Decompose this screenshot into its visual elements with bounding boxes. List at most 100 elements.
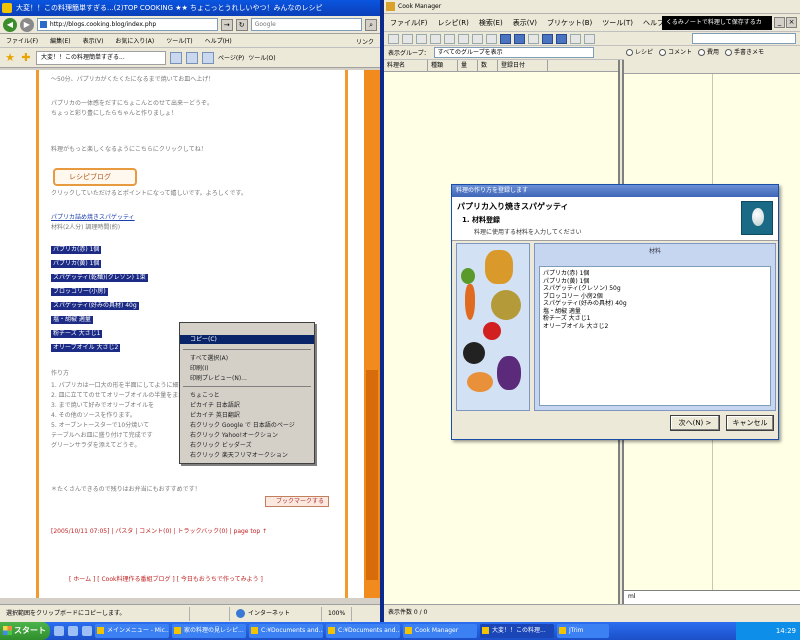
close-button[interactable]: × bbox=[786, 17, 797, 28]
browser-window: 大変！！この料理簡単すぎる...(2)TOP COOKING ★★ ちょこっとう… bbox=[0, 0, 380, 622]
task-button[interactable]: C:¥Documents and... bbox=[249, 624, 323, 638]
address-input[interactable]: http://blogs.cooking.blog/index.php bbox=[36, 18, 218, 31]
grid-icon[interactable] bbox=[556, 33, 567, 44]
print-icon[interactable] bbox=[202, 51, 214, 64]
ingredients-textarea[interactable]: パプリカ(赤) 1個 パプリカ(黄) 1個 スパゲッティ(クレソン) 50g ブ… bbox=[539, 266, 771, 406]
column-name[interactable]: 料理名 bbox=[384, 60, 428, 71]
cook-menu-recipe[interactable]: レシピ(R) bbox=[438, 18, 469, 28]
minimize-button[interactable]: _ bbox=[774, 17, 785, 28]
tools-menu[interactable]: ツール(O) bbox=[248, 53, 275, 62]
go-button[interactable]: → bbox=[220, 18, 233, 31]
context-item[interactable]: 右クリック ビッダーズ bbox=[180, 441, 314, 450]
context-item[interactable]: ピカイチ 英日翻訳 bbox=[180, 411, 314, 420]
task-button[interactable]: 家の料理の見レシピ... bbox=[172, 624, 246, 638]
next-button[interactable]: 次へ(N) > bbox=[670, 415, 720, 431]
new-recipe-icon[interactable] bbox=[402, 33, 413, 44]
context-item[interactable]: 右クリック Yahoo!オークション bbox=[180, 431, 314, 440]
browser-tab[interactable]: 大変！！この料理簡単すぎる... bbox=[36, 50, 166, 65]
refresh-icon[interactable]: ↻ bbox=[235, 18, 248, 31]
context-item[interactable]: 右クリック 楽天フリマオークション bbox=[180, 451, 314, 460]
save-icon[interactable] bbox=[430, 33, 441, 44]
cook-menu-view[interactable]: 表示(V) bbox=[513, 18, 537, 28]
menu-file[interactable]: ファイル(F) bbox=[6, 36, 38, 45]
context-copy[interactable]: コピー(C) bbox=[180, 335, 314, 344]
column-type[interactable]: 種類 bbox=[428, 60, 458, 71]
column-amount[interactable]: 量 bbox=[458, 60, 478, 71]
context-item[interactable]: ちょこっと bbox=[180, 391, 314, 400]
task-button[interactable]: Cook Manager bbox=[403, 624, 477, 638]
menu-favorites[interactable]: お気に入り(A) bbox=[115, 36, 154, 45]
quicklaunch-ie-icon[interactable] bbox=[54, 626, 64, 636]
context-print[interactable]: 印刷(I) bbox=[180, 364, 314, 373]
tab-cost[interactable]: 費用 bbox=[698, 46, 719, 60]
favorites-star-icon[interactable]: ★ bbox=[4, 51, 16, 64]
highlighted-ingredient: ブロッコリー(小房) bbox=[51, 288, 108, 296]
add-favorite-icon[interactable]: ✚ bbox=[20, 51, 32, 64]
detail-icon[interactable] bbox=[570, 33, 581, 44]
open-icon[interactable] bbox=[416, 33, 427, 44]
home-icon[interactable] bbox=[170, 51, 182, 64]
page-menu[interactable]: ページ(P) bbox=[218, 53, 244, 62]
toolbar-combo[interactable] bbox=[692, 33, 796, 44]
vertical-scrollbar[interactable] bbox=[364, 70, 380, 598]
forward-button[interactable]: ▶ bbox=[19, 17, 34, 32]
start-button[interactable]: スタート bbox=[0, 622, 50, 640]
scrollbar-thumb[interactable] bbox=[366, 370, 378, 580]
clock-icon[interactable] bbox=[486, 33, 497, 44]
zoom-icon[interactable] bbox=[584, 33, 595, 44]
task-button-active[interactable]: 大変！！この料理... bbox=[480, 624, 554, 638]
tab-memo[interactable]: 手書きメモ bbox=[725, 46, 764, 60]
blog-footer-links[interactable]: [ ホーム ] [ Cook料理作る番組ブログ ] [ 今日もおうちで作ってみよ… bbox=[69, 574, 263, 583]
context-separator bbox=[183, 349, 311, 350]
cook-menu-file[interactable]: ファイル(F) bbox=[390, 18, 428, 28]
quicklaunch-desktop-icon[interactable] bbox=[82, 626, 92, 636]
search-input[interactable]: Google bbox=[250, 18, 363, 31]
cook-menu-briquette[interactable]: ブリケット(B) bbox=[547, 18, 592, 28]
column-count[interactable]: 数 bbox=[478, 60, 498, 71]
links-label[interactable]: リンク bbox=[356, 37, 374, 46]
zoom-level[interactable]: 100% bbox=[322, 606, 353, 621]
context-item[interactable]: ピカイチ 日本語訳 bbox=[180, 401, 314, 410]
menu-view[interactable]: 表示(V) bbox=[83, 36, 104, 45]
menu-help[interactable]: ヘルプ(H) bbox=[205, 36, 232, 45]
egg-icon bbox=[741, 201, 773, 235]
back-button[interactable]: ◀ bbox=[3, 17, 17, 32]
tab-comment[interactable]: コメント bbox=[659, 46, 692, 60]
search-icon[interactable] bbox=[458, 33, 469, 44]
view-icon[interactable] bbox=[500, 33, 511, 44]
feeds-icon[interactable] bbox=[186, 51, 198, 64]
cancel-button[interactable]: キャンセル bbox=[726, 415, 774, 431]
intro-line: ちょっと彩り豊にしたらちゃんと作りましょ！ bbox=[51, 110, 178, 117]
recipe-blog-logo[interactable]: レシピブログ bbox=[53, 168, 137, 186]
list-icon[interactable] bbox=[514, 33, 525, 44]
quicklaunch-mail-icon[interactable] bbox=[68, 626, 78, 636]
group-select[interactable]: すべてのグループを表示 bbox=[433, 47, 594, 58]
refresh-icon[interactable] bbox=[472, 33, 483, 44]
context-print-preview[interactable]: 印刷プレビュー(N)... bbox=[180, 374, 314, 383]
column-date[interactable]: 登録日付 bbox=[498, 60, 548, 71]
task-button[interactable]: JTrim bbox=[557, 624, 609, 638]
bookmark-button[interactable]: ブックマークする bbox=[264, 496, 329, 507]
delete-icon[interactable] bbox=[444, 33, 455, 44]
task-button[interactable]: メインメニュー - Mic... bbox=[95, 624, 169, 638]
radio-icon bbox=[725, 49, 733, 56]
tab-recipe[interactable]: レシピ bbox=[626, 46, 653, 60]
ie-icon bbox=[2, 3, 12, 13]
cook-menu-tools[interactable]: ツール(T) bbox=[602, 18, 633, 28]
post-footer-links[interactable]: [2005/10/11 07:05] | パスタ | コメント(0) | トラッ… bbox=[51, 526, 267, 535]
search-icon[interactable]: ⌕ bbox=[365, 18, 377, 31]
menu-tools[interactable]: ツール(T) bbox=[166, 36, 192, 45]
intro-line: 〜50分、パプリカがくたくたになるまで焼いてお皿へ上げ！ bbox=[51, 76, 215, 83]
cook-title: Cook Manager bbox=[398, 3, 442, 10]
settings-icon[interactable] bbox=[528, 33, 539, 44]
cook-menu-search[interactable]: 検索(E) bbox=[479, 18, 503, 28]
context-select-all[interactable]: すべて選択(A) bbox=[180, 354, 314, 363]
address-toolbar: ◀ ▶ http://blogs.cooking.blog/index.php … bbox=[0, 16, 380, 34]
context-item[interactable]: 右クリック Google で 日本語のページ bbox=[180, 421, 314, 430]
recipe-title-link[interactable]: パプリカ詰め焼きスパゲッティ bbox=[51, 212, 135, 221]
layout-icon[interactable] bbox=[542, 33, 553, 44]
task-button[interactable]: C:¥Documents and... bbox=[326, 624, 400, 638]
print-icon[interactable] bbox=[388, 33, 399, 44]
menu-edit[interactable]: 編集(E) bbox=[50, 36, 70, 45]
detail-bottom-field[interactable]: ml bbox=[624, 590, 800, 604]
